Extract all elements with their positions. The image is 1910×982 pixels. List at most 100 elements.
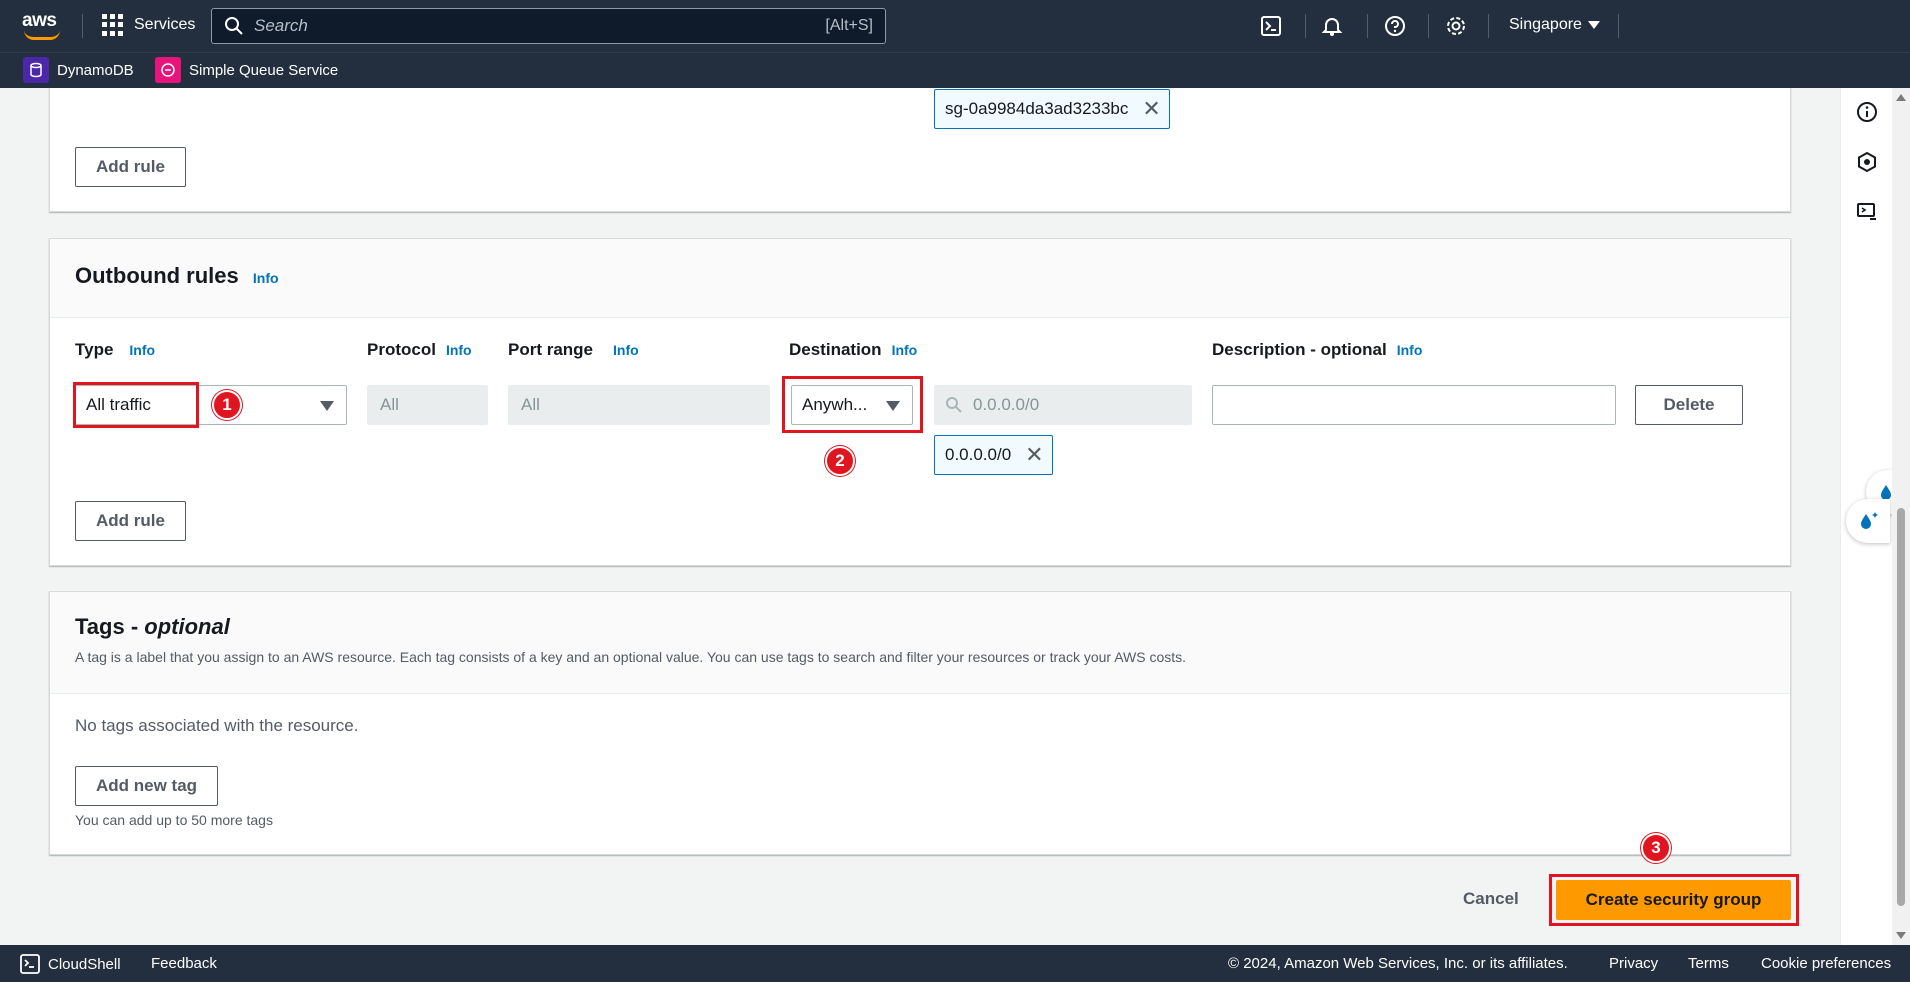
type-column-label: Type Info xyxy=(75,340,155,360)
region-label: Singapore xyxy=(1509,16,1582,33)
cidr-search-field[interactable]: 0.0.0.0/0 xyxy=(934,385,1192,425)
protocol-column-label: Protocol Info xyxy=(367,340,472,360)
main-content: sg-0a9984da3ad3233bc ✕ Add rule Outbound… xyxy=(0,88,1840,945)
title-text: Tags - xyxy=(75,614,145,639)
favorite-sqs[interactable]: Simple Queue Service xyxy=(155,57,338,83)
services-menu-button[interactable]: Services xyxy=(102,14,195,36)
logo-text: aws xyxy=(22,10,57,31)
label-text: Type xyxy=(75,340,114,359)
add-outbound-rule-button[interactable]: Add rule xyxy=(75,501,186,541)
search-box[interactable]: [Alt+S] xyxy=(211,8,886,44)
label-text: Destination xyxy=(789,340,882,359)
cookie-preferences-link[interactable]: Cookie preferences xyxy=(1761,955,1891,972)
annotation-highlight-2 xyxy=(782,376,923,433)
info-link[interactable]: Info xyxy=(446,342,472,358)
favorites-bar: DynamoDB Simple Queue Service xyxy=(0,52,1910,88)
caret-down-icon xyxy=(320,401,334,411)
favorite-label: DynamoDB xyxy=(57,61,134,79)
remove-token-icon[interactable]: ✕ xyxy=(1142,98,1160,120)
token-label: sg-0a9984da3ad3233bc xyxy=(945,99,1129,118)
label-text: Description - optional xyxy=(1212,340,1387,359)
title-text: Outbound rules xyxy=(75,263,239,288)
outbound-rules-title: Outbound rules Info xyxy=(75,263,279,289)
port-range-field: All xyxy=(508,385,770,425)
cidr-placeholder: 0.0.0.0/0 xyxy=(973,395,1040,414)
nav-divider xyxy=(1618,14,1619,38)
annotation-highlight-3 xyxy=(1549,874,1799,926)
grid-icon xyxy=(102,14,124,36)
aws-logo[interactable]: aws xyxy=(22,10,62,42)
info-link[interactable]: Info xyxy=(613,342,639,358)
cloudshell-link[interactable]: CloudShell xyxy=(20,954,121,974)
add-inbound-rule-button[interactable]: Add rule xyxy=(75,147,186,187)
info-link[interactable]: Info xyxy=(892,342,918,358)
assistant-helper-icon[interactable] xyxy=(1846,499,1890,543)
tags-title: Tags - optional xyxy=(75,614,230,640)
inbound-rules-panel: sg-0a9984da3ad3233bc ✕ Add rule xyxy=(49,88,1791,212)
nav-divider xyxy=(1305,14,1306,38)
feedback-screen-icon[interactable] xyxy=(1855,200,1879,224)
dynamodb-icon xyxy=(23,57,49,83)
help-icon[interactable] xyxy=(1383,14,1407,38)
region-selector[interactable]: Singapore xyxy=(1509,16,1600,34)
optional-text: optional xyxy=(144,614,230,639)
favorite-dynamodb[interactable]: DynamoDB xyxy=(23,57,134,83)
search-shortcut-hint: [Alt+S] xyxy=(825,17,873,34)
scrollbar-thumb[interactable] xyxy=(1897,508,1905,906)
remove-token-icon[interactable]: ✕ xyxy=(1025,444,1043,466)
destination-column-label: Destination Info xyxy=(789,340,917,360)
notifications-bell-icon[interactable] xyxy=(1320,14,1344,38)
sqs-icon xyxy=(155,57,181,83)
caret-down-icon xyxy=(1587,21,1600,29)
search-icon xyxy=(225,17,243,35)
no-tags-text: No tags associated with the resource. xyxy=(75,716,359,735)
add-new-tag-button[interactable]: Add new tag xyxy=(75,766,219,806)
cloudshell-icon xyxy=(20,954,40,974)
privacy-link[interactable]: Privacy xyxy=(1609,955,1658,972)
cloudshell-label: CloudShell xyxy=(48,955,121,973)
info-link[interactable]: Info xyxy=(129,342,155,358)
nav-divider xyxy=(1428,14,1429,38)
delete-rule-button[interactable]: Delete xyxy=(1635,385,1743,425)
token-label: 0.0.0.0/0 xyxy=(945,445,1012,464)
nav-divider xyxy=(82,14,83,38)
nav-divider xyxy=(1488,14,1489,38)
copyright-text: © 2024, Amazon Web Services, Inc. or its… xyxy=(1228,955,1568,972)
info-link[interactable]: Info xyxy=(1397,342,1423,358)
cancel-button[interactable]: Cancel xyxy=(1463,889,1519,909)
feedback-link[interactable]: Feedback xyxy=(151,955,217,972)
footer: CloudShell Feedback © 2024, Amazon Web S… xyxy=(0,945,1910,982)
annotation-badge-3: 3 xyxy=(1641,833,1671,863)
settings-gear-icon[interactable] xyxy=(1444,14,1468,38)
info-link[interactable]: Info xyxy=(253,270,279,286)
tags-description: A tag is a label that you assign to an A… xyxy=(75,649,1187,665)
cidr-token: 0.0.0.0/0 ✕ xyxy=(934,435,1053,475)
label-text: Port range xyxy=(508,340,594,359)
scroll-up-arrow-icon[interactable] xyxy=(1896,94,1906,101)
logo-smile-icon xyxy=(24,30,60,40)
terms-link[interactable]: Terms xyxy=(1688,955,1729,972)
description-input[interactable] xyxy=(1212,385,1616,425)
annotation-badge-1: 1 xyxy=(212,390,242,420)
scroll-down-arrow-icon[interactable] xyxy=(1896,932,1906,939)
panel-header xyxy=(50,592,1790,694)
annotation-highlight-1 xyxy=(73,382,199,428)
nav-divider xyxy=(1367,14,1368,38)
tags-limit-hint: You can add up to 50 more tags xyxy=(75,812,273,828)
label-text: Protocol xyxy=(367,340,436,359)
info-panel-icon[interactable] xyxy=(1855,100,1879,124)
favorite-label: Simple Queue Service xyxy=(189,61,339,79)
protocol-field: All xyxy=(367,385,488,425)
source-token: sg-0a9984da3ad3233bc ✕ xyxy=(934,89,1170,129)
top-navigation: aws Services [Alt+S] Singapore xyxy=(0,0,1910,52)
search-icon xyxy=(946,397,962,413)
panel-header xyxy=(50,239,1790,318)
description-column-label: Description - optional Info xyxy=(1212,340,1422,360)
annotation-badge-2: 2 xyxy=(825,446,855,476)
explore-hexagon-icon[interactable] xyxy=(1855,150,1879,174)
services-label: Services xyxy=(134,16,196,33)
protocol-value: All xyxy=(380,395,399,414)
vertical-scrollbar[interactable] xyxy=(1892,88,1910,945)
search-input[interactable] xyxy=(254,16,826,36)
cloudshell-icon[interactable] xyxy=(1259,14,1283,38)
